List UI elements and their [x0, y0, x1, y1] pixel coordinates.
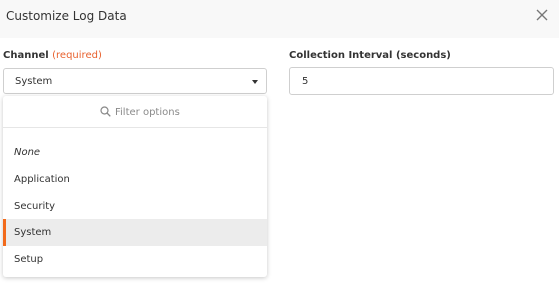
channel-selected-value: System: [15, 76, 53, 87]
option-setup[interactable]: Setup: [3, 246, 267, 273]
filter-options-input[interactable]: [115, 104, 235, 120]
option-application[interactable]: Application: [3, 166, 267, 193]
option-label: Application: [14, 174, 70, 185]
collection-interval-label: Collection Interval (seconds): [289, 50, 451, 61]
option-none[interactable]: None: [3, 139, 267, 166]
dialog-header: Customize Log Data: [0, 0, 559, 38]
channel-label: Channel (required): [3, 50, 102, 61]
option-label: Setup: [14, 254, 44, 265]
dialog-title: Customize Log Data: [6, 9, 127, 23]
close-icon[interactable]: [535, 8, 549, 22]
option-label: Security: [14, 201, 56, 212]
option-label: None: [14, 147, 41, 158]
caret-down-icon: [252, 80, 258, 84]
channel-select[interactable]: System: [3, 68, 267, 94]
collection-interval-input[interactable]: [289, 67, 554, 95]
option-label: System: [14, 227, 52, 238]
filter-bar: [3, 96, 267, 128]
option-system[interactable]: System: [3, 219, 267, 246]
required-indicator: (required): [52, 50, 102, 61]
channel-dropdown: None Application Security System Setup: [3, 96, 267, 277]
channel-label-text: Channel: [3, 50, 49, 61]
option-security[interactable]: Security: [3, 193, 267, 220]
search-icon: [100, 106, 111, 117]
